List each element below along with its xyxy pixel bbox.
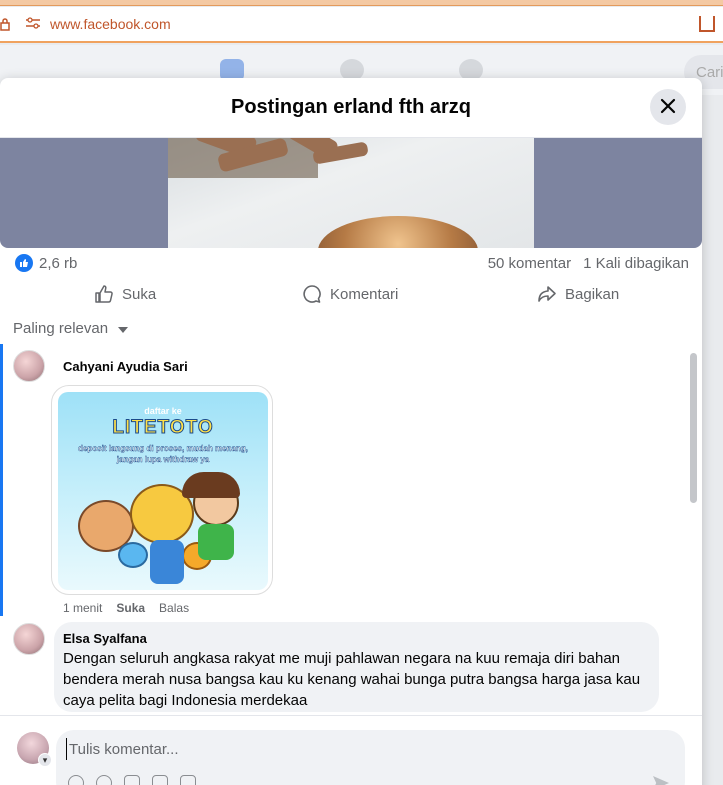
sticker-artwork: daftar ke LITETOTO deposit langsung di p…	[58, 392, 268, 590]
sticker-logo-text: LITETOTO	[112, 417, 214, 439]
photo-pet	[318, 216, 478, 248]
comment-sticker-image[interactable]: daftar ke LITETOTO deposit langsung di p…	[51, 385, 273, 595]
browser-top-strip	[0, 0, 723, 6]
post-stats: 2,6 rb 50 komentar 1 Kali dibagikan	[0, 250, 702, 276]
character-bear-body	[150, 540, 184, 584]
like-reaction-icon[interactable]	[15, 254, 33, 272]
comment-button[interactable]: Komentari	[302, 284, 398, 304]
comment-meta: 1 menit Suka Balas	[63, 601, 189, 615]
share-label: Bagikan	[565, 285, 620, 303]
post-media[interactable]	[0, 138, 702, 248]
like-label: Suka	[122, 285, 157, 303]
sticker-text: jangan lupa withdraw ya	[116, 455, 210, 464]
comment-icon	[302, 284, 322, 304]
modal-header: Postingan erland fth arzq	[0, 78, 702, 138]
close-button[interactable]	[650, 89, 686, 125]
comment-author[interactable]: Elsa Syalfana	[63, 631, 649, 646]
close-icon	[660, 94, 676, 120]
comment-reply-link[interactable]: Balas	[159, 601, 189, 615]
sort-label: Paling relevan	[13, 320, 109, 337]
lock-icon[interactable]	[0, 17, 14, 31]
comment-composer	[56, 730, 685, 785]
comment-thread-indicator	[0, 344, 3, 616]
character-blue	[118, 542, 148, 568]
gif-icon[interactable]	[152, 775, 168, 785]
post-actions: Suka Komentari Bagikan	[0, 278, 702, 310]
comment-author[interactable]: Cahyani Ayudia Sari	[63, 359, 188, 374]
sticker-icon[interactable]	[180, 775, 196, 785]
address-bar[interactable]: www.facebook.com	[0, 7, 723, 43]
character-boy-hair	[182, 472, 240, 498]
comment-bubble: Elsa Syalfana Dengan seluruh angkasa rak…	[54, 622, 659, 712]
emoji-icon[interactable]	[96, 775, 112, 785]
comment-input[interactable]	[66, 738, 626, 760]
avatar[interactable]	[13, 350, 45, 382]
camera-icon[interactable]	[124, 775, 140, 785]
share-button[interactable]: Bagikan	[537, 284, 619, 304]
character-boy-body	[198, 524, 234, 560]
composer-divider	[0, 715, 702, 716]
post-photo[interactable]	[168, 138, 534, 248]
sticker-text: deposit langsung di proses, mudah menang…	[78, 444, 248, 453]
sticker-text: daftar ke	[144, 406, 182, 416]
reaction-count[interactable]: 2,6 rb	[39, 255, 77, 272]
thumbs-up-icon	[94, 284, 114, 304]
url-text[interactable]: www.facebook.com	[50, 16, 171, 32]
send-icon[interactable]	[653, 776, 669, 785]
comment-label: Komentari	[330, 285, 399, 303]
avatar[interactable]: ▾	[17, 732, 52, 767]
avatar[interactable]	[13, 623, 45, 655]
comment-count[interactable]: 50 komentar	[488, 255, 571, 272]
chevron-down-icon	[118, 326, 129, 333]
site-settings-icon[interactable]	[26, 16, 40, 32]
share-count[interactable]: 1 Kali dibagikan	[583, 255, 689, 272]
modal-title: Postingan erland fth arzq	[230, 96, 472, 118]
avatar-sticker-icon[interactable]	[68, 775, 84, 785]
chevron-down-icon[interactable]: ▾	[38, 753, 52, 767]
share-icon	[537, 284, 557, 304]
comment-time[interactable]: 1 menit	[63, 601, 102, 615]
comment-sort-dropdown[interactable]: Paling relevan	[13, 320, 129, 337]
download-icon[interactable]	[699, 16, 715, 32]
like-button[interactable]: Suka	[94, 284, 156, 304]
comment-like-link[interactable]: Suka	[116, 601, 145, 615]
composer-tools	[68, 775, 196, 785]
post-modal: Postingan erland fth arzq 2,6 rb 50 kome…	[0, 78, 702, 785]
comment-text: Dengan seluruh angkasa rakyat me muji pa…	[63, 650, 641, 709]
scrollbar[interactable]	[690, 353, 697, 503]
